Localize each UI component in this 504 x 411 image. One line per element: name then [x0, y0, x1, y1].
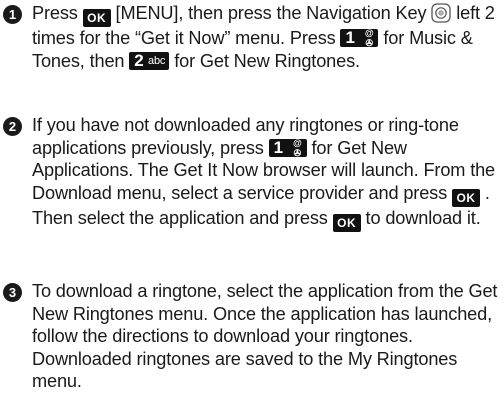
step-text: To download a ringtone, select the appli…: [32, 281, 498, 392]
step-number: 1: [3, 5, 22, 24]
key-symbol: @ ✇: [364, 28, 374, 48]
navigation-key-icon: [431, 3, 451, 23]
text-run: [MENU], then press the Navigation Key: [110, 3, 432, 23]
key-symbol: @ ✇: [292, 137, 302, 158]
key-digit: 2: [134, 50, 144, 70]
text-run: Press: [32, 3, 83, 23]
key-digit: 1: [273, 137, 283, 157]
text-run: to download it.: [360, 207, 481, 228]
key-1-icon: 1 @ ✇: [340, 28, 379, 48]
key-1-icon: 1 @ ✇: [268, 137, 307, 158]
key-2-abc-icon: 2 abc: [129, 50, 170, 70]
ok-key-icon: OK: [332, 213, 361, 232]
step-number: 2: [3, 117, 22, 136]
ok-key-icon: OK: [451, 188, 480, 207]
key-digit: 1: [345, 28, 355, 47]
ok-key-icon: OK: [82, 9, 111, 27]
key-letters: abc: [148, 54, 166, 67]
instructions-page: 1 Press OK [MENU], then press the Naviga…: [0, 0, 504, 411]
step-text: If you have not downloaded any ringtones…: [32, 114, 500, 232]
step-number: 3: [3, 283, 22, 302]
step-text: Press OK [MENU], then press the Navigati…: [32, 2, 500, 72]
text-run: for Get New Ringtones.: [169, 50, 360, 71]
